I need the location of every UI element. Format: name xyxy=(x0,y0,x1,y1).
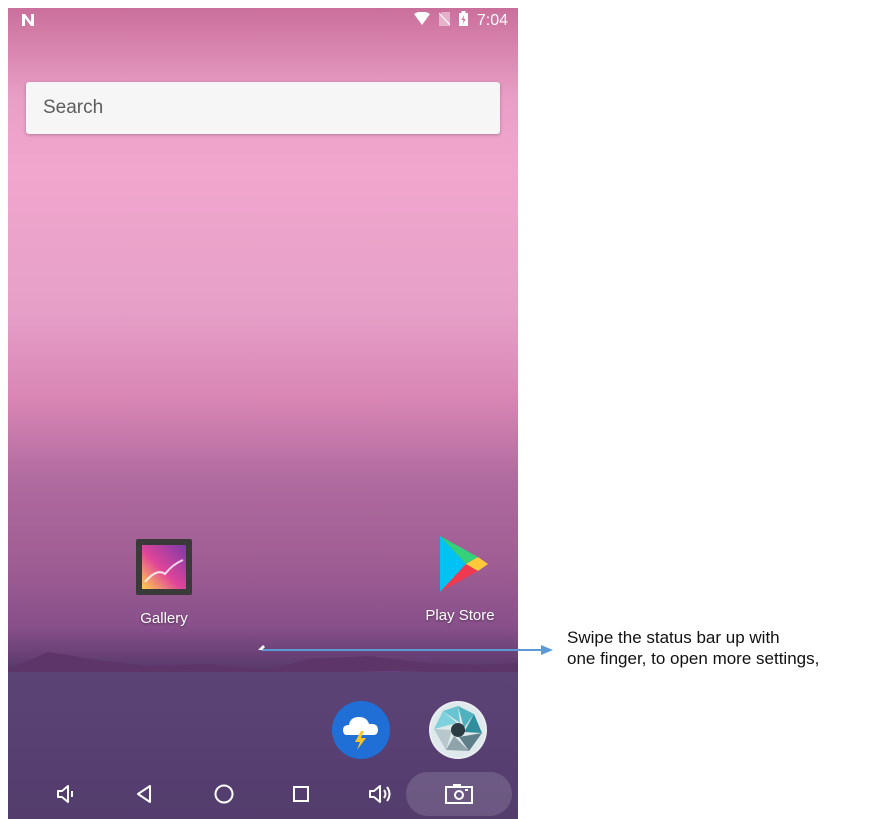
status-bar[interactable]: 7:04 xyxy=(8,8,518,36)
camera-aperture-icon[interactable] xyxy=(429,701,487,759)
battery-icon xyxy=(458,11,468,31)
recents-icon[interactable] xyxy=(284,777,318,811)
annotation-text: Swipe the status bar up with one finger,… xyxy=(567,628,820,668)
volume-down-icon[interactable] xyxy=(49,777,83,811)
home-icon[interactable] xyxy=(207,777,241,811)
weather-icon[interactable] xyxy=(332,701,390,759)
play-store-icon[interactable] xyxy=(428,536,492,600)
gallery-label: Gallery xyxy=(140,610,188,627)
back-icon[interactable] xyxy=(127,777,161,811)
screenshot-icon[interactable] xyxy=(442,777,476,811)
app-gallery[interactable]: Gallery xyxy=(128,538,200,627)
n-logo-icon xyxy=(20,12,36,33)
volume-up-icon[interactable] xyxy=(363,777,397,811)
wifi-icon xyxy=(413,11,430,30)
search-bar[interactable]: Search xyxy=(26,82,500,134)
gallery-icon[interactable] xyxy=(135,539,193,600)
play-store-label: Play Store xyxy=(425,607,495,624)
app-play-store[interactable]: Play Store xyxy=(419,532,501,624)
clock: 7:04 xyxy=(476,12,508,29)
no-sim-icon xyxy=(438,11,451,31)
phone-screen: 7:04 Search Gallery Play Store xyxy=(8,8,518,819)
annotation-arrow xyxy=(258,645,553,655)
navigation-bar xyxy=(8,769,518,819)
search-input[interactable]: Search xyxy=(43,97,103,119)
